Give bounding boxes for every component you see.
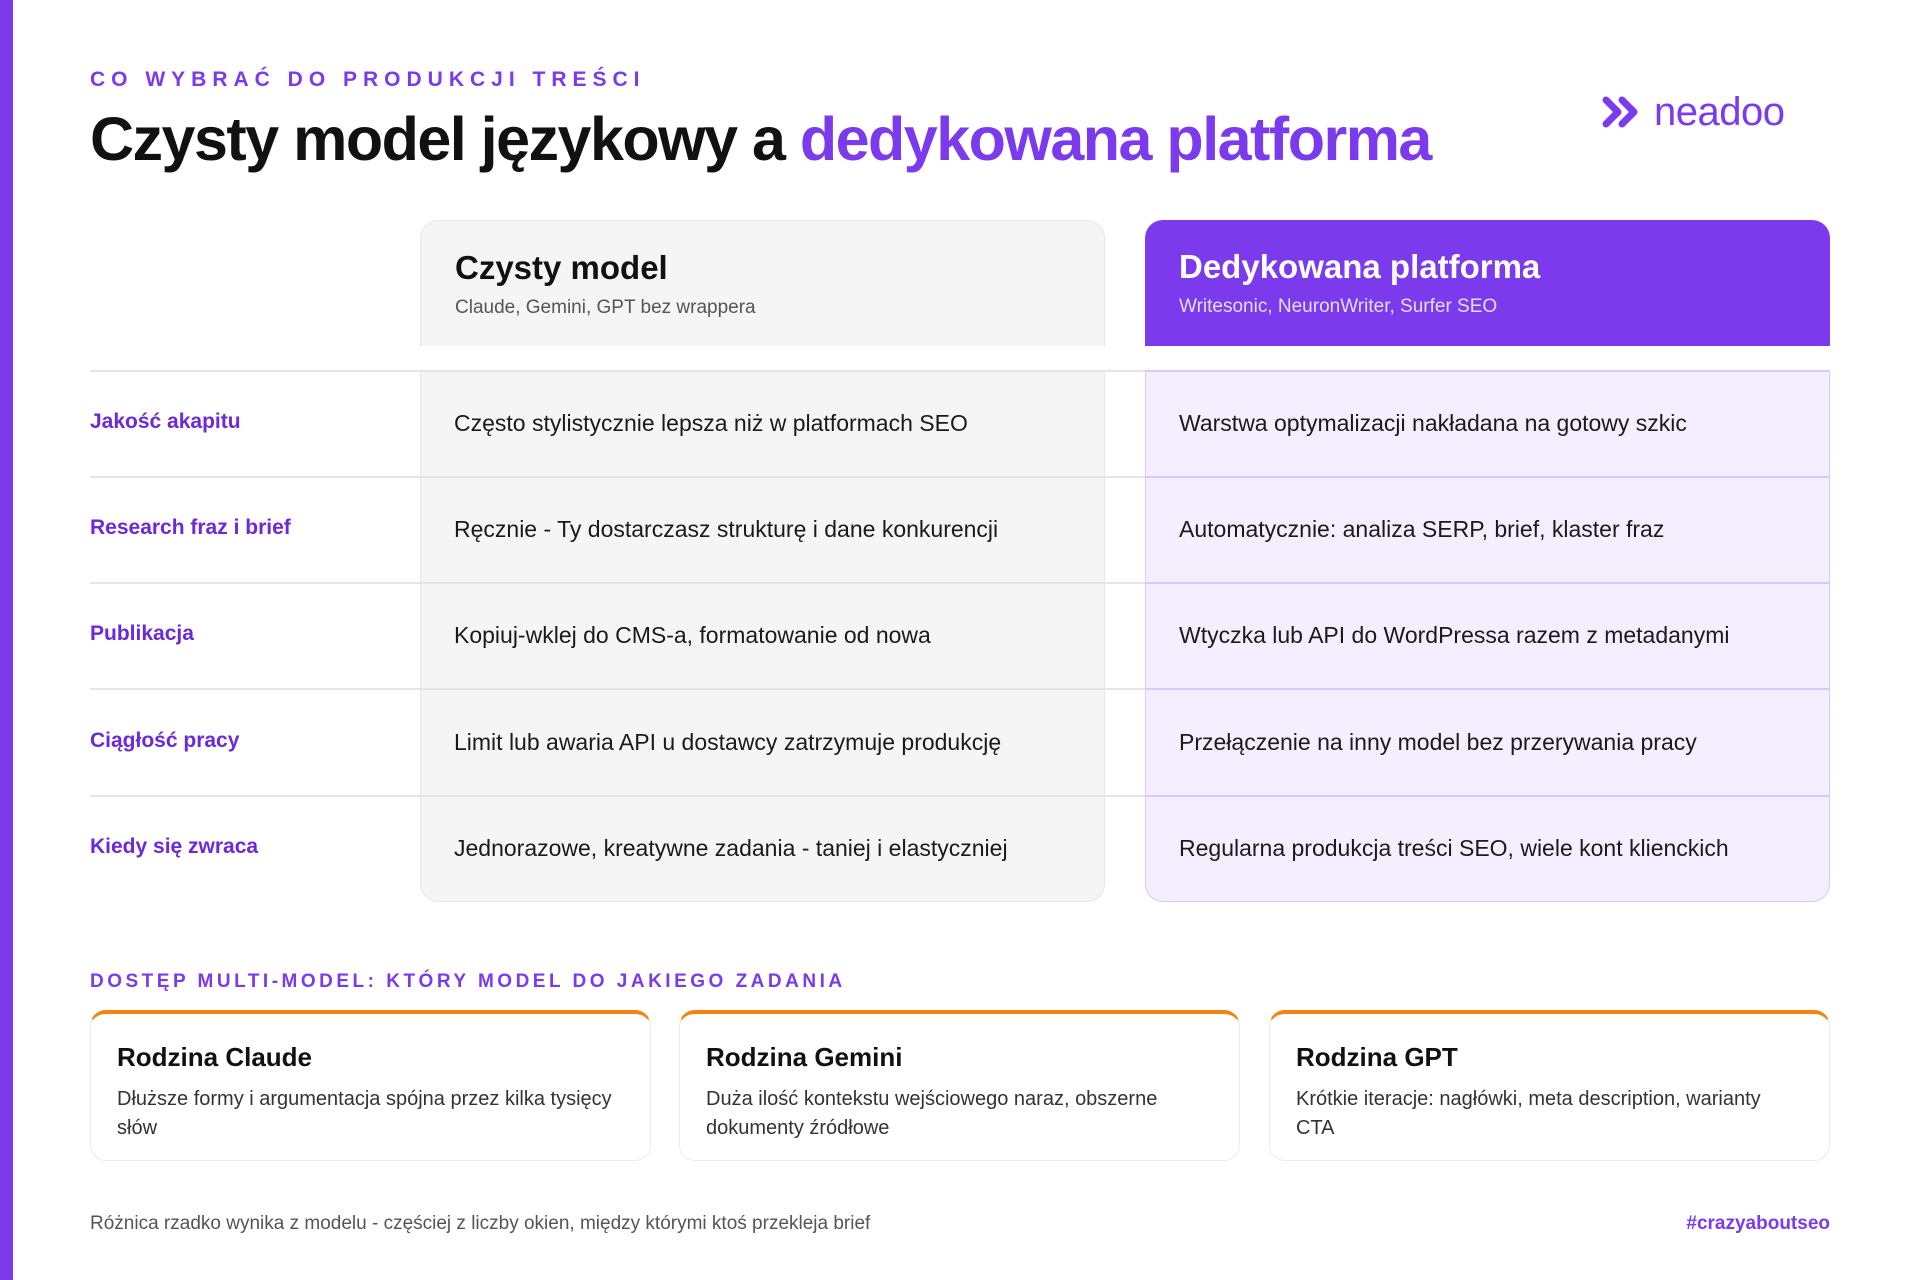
row-divider: [1145, 476, 1830, 478]
row-label: Research fraz i brief: [90, 516, 291, 539]
row-label: Ciągłość pracy: [90, 729, 240, 752]
cell-platform: Automatycznie: analiza SERP, brief, klas…: [1179, 516, 1665, 542]
hashtag-link[interactable]: #crazyaboutseo: [1686, 1213, 1830, 1235]
footer-note: Różnica rzadko wynika z modelu - częście…: [90, 1213, 871, 1234]
cell-plain-model: Często stylistycznie lepsza niż w platfo…: [454, 410, 968, 436]
column-header-plain-model: Czysty model Claude, Gemini, GPT bez wra…: [420, 220, 1105, 346]
column-title: Dedykowana platforma: [1179, 248, 1541, 285]
card-title: Rodzina Gemini: [706, 1042, 903, 1072]
multi-model-heading: DOSTĘP MULTI-MODEL: KTÓRY MODEL DO JAKIE…: [90, 971, 846, 992]
cell-platform: Przełączenie na inny model bez przerywan…: [1179, 729, 1697, 755]
page-title: Czysty model językowy a dedykowana platf…: [90, 104, 1540, 174]
card-description: Duża ilość kontekstu wejściowego naraz, …: [706, 1088, 1158, 1139]
card-description: Dłuższe formy i argumentacja spójna prze…: [117, 1088, 612, 1139]
column-title: Czysty model: [455, 249, 668, 286]
cell-plain-model: Kopiuj-wklej do CMS-a, formatowanie od n…: [454, 622, 931, 648]
row-divider: [1145, 795, 1830, 797]
column-subtitle: Writesonic, NeuronWriter, Surfer SEO: [1179, 296, 1498, 317]
model-card-claude: Rodzina Claude Dłuższe formy i argumenta…: [90, 1010, 651, 1161]
cell-plain-model: Jednorazowe, kreatywne zadania - taniej …: [454, 835, 1008, 861]
row-label: Kiedy się zwraca: [90, 835, 259, 858]
card-title: Rodzina Claude: [117, 1042, 313, 1072]
card-title: Rodzina GPT: [1296, 1042, 1458, 1072]
model-card-gemini: Rodzina Gemini Duża ilość kontekstu wejś…: [679, 1010, 1240, 1161]
card-description: Krótkie iteracje: nagłówki, meta descrip…: [1296, 1088, 1761, 1139]
title-accent: dedykowana platforma: [799, 105, 1433, 173]
row-divider: [1145, 370, 1830, 372]
eyebrow-heading: CO WYBRAĆ DO PRODUKCJI TREŚCI: [90, 68, 646, 91]
cell-plain-model: Ręcznie - Ty dostarczasz strukturę i dan…: [454, 516, 999, 542]
model-card-gpt: Rodzina GPT Krótkie iteracje: nagłówki, …: [1269, 1010, 1830, 1161]
row-label: Publikacja: [90, 622, 194, 645]
accent-sidebar-bar: [0, 0, 13, 1280]
column-header-platform: Dedykowana platforma Writesonic, NeuronW…: [1145, 220, 1830, 346]
neadoo-logo[interactable]: neadoo: [1600, 88, 1785, 136]
cell-platform: Regularna produkcja treści SEO, wiele ko…: [1179, 835, 1729, 861]
column-subtitle: Claude, Gemini, GPT bez wrappera: [455, 297, 756, 318]
logo-wordmark: neadoo: [1654, 89, 1785, 134]
cell-plain-model: Limit lub awaria API u dostawcy zatrzymu…: [454, 729, 1002, 755]
row-divider: [1145, 582, 1830, 584]
cell-platform: Wtyczka lub API do WordPressa razem z me…: [1179, 622, 1730, 648]
title-main: Czysty model językowy a: [90, 105, 800, 173]
cell-platform: Warstwa optymalizacji nakładana na gotow…: [1179, 410, 1687, 436]
row-label: Jakość akapitu: [90, 410, 241, 433]
double-chevron-icon: [1602, 96, 1638, 128]
row-divider: [1145, 688, 1830, 690]
